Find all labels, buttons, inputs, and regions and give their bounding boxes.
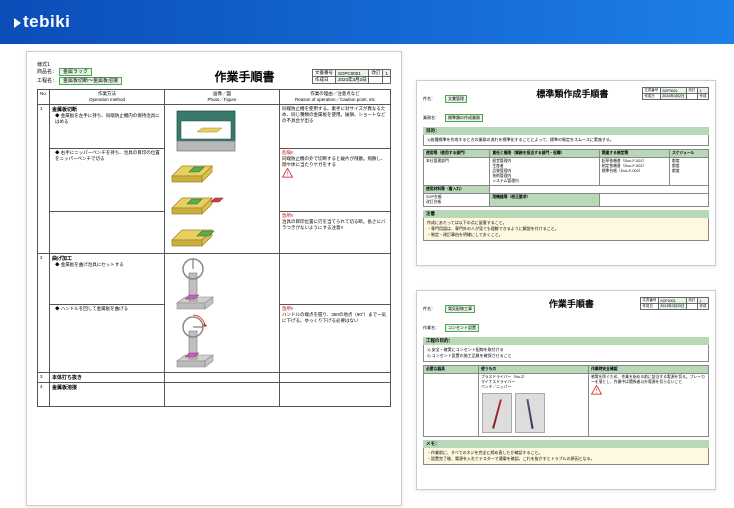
photo-screwdriver-2 — [515, 393, 545, 433]
topr-grid: 使用等（使用する部門） 責任と権限（業務を担当する部門・役職） 関連する規定等 … — [423, 149, 709, 207]
botr-title: 作業手順書 — [503, 297, 640, 310]
product-label: 商品名： — [37, 69, 57, 75]
brand-text: tebiki — [23, 12, 70, 31]
figure-jig-3 — [167, 220, 227, 252]
col-rsn: 作業の理由／注意点など Reason of operation／Caution … — [280, 90, 391, 105]
col-fig: 画像／図 Photo／Figure — [165, 90, 280, 105]
figure-jig-2 — [167, 188, 227, 220]
play-icon — [14, 18, 21, 28]
warning-icon: ! — [282, 168, 293, 178]
doc-standard-creation: 件名：文書管理 業務名：標準類の作成業務 標準類作成手順書 文書番号SOP000… — [416, 80, 716, 266]
figure-press-2 — [167, 313, 227, 371]
brand-logo: tebiki — [14, 12, 70, 32]
process-name: 金属板切断～金属板溶接 — [59, 77, 122, 85]
memo-header: メモ： — [423, 440, 709, 448]
main-sop-table: No. 作業方法 Operation method 画像／図 Photo／Fig… — [37, 89, 391, 407]
product-name: 金属ラック — [59, 68, 92, 76]
table-row: 3 本体打ち抜き — [38, 373, 391, 383]
process-purpose-body: 1) 安全・確実にコンセント配線を取付ける 2) コンセント設置の施工品質を確保… — [423, 345, 709, 362]
purpose-header: 目的： — [423, 127, 709, 135]
col-no: No. — [38, 90, 50, 105]
memo-body: ・作業前に、すべてのネジを完全に締め直したか確認すること。 ・設置完了後、電源を… — [423, 448, 709, 465]
col-op: 作業方法 Operation method — [50, 90, 165, 105]
topr-title: 標準類作成手順書 — [503, 87, 642, 100]
table-row: 4 金属板溶接 — [38, 383, 391, 407]
figure-press-1 — [167, 255, 227, 313]
document-canvas: 様式1 商品名：金属ラック 工程名：金属板切断～金属板溶接 作業手順書 文書番号… — [0, 44, 734, 508]
warning-icon: ! — [591, 385, 602, 395]
table-row: 2 曲げ加工 金属板を曲げ治具にセットする — [38, 254, 391, 305]
note-header: 注意 — [423, 210, 709, 218]
app-header: tebiki — [0, 0, 734, 44]
process-purpose-header: 工程の目的： — [423, 337, 709, 345]
figure-jig-1 — [167, 156, 227, 188]
doc-title: 作業手順書 — [177, 68, 312, 85]
process-label: 工程名： — [37, 78, 57, 84]
doc-meta-table: 文書番号SOPC0001改訂1 作成日2024年3月2日 — [312, 69, 391, 84]
table-row: 1 金属板切断 金属板を左手に持ち、同端防止機内の保持治具にはめる — [38, 105, 391, 149]
doc-work-procedure: 件名：電気配線工事 作業名：コンセント設置 作業手順書 文書番号SOP0001改… — [416, 290, 716, 490]
doc-main-sop: 様式1 商品名：金属ラック 工程名：金属板切断～金属板溶接 作業手順書 文書番号… — [26, 51, 402, 506]
photo-screwdriver-1 — [482, 393, 512, 433]
botr-grid: 必要な器具 使うもの 作業時安全確認 プラスドライバー（No.2） マイナスドラ… — [423, 365, 709, 437]
figure-cutter-box — [167, 106, 247, 156]
note-body: 作成にあたっては以下の点に留意すること。 ・専門用語は、専門外の人が見ても理解で… — [423, 218, 709, 241]
purpose-body: 1)各種標準を作成するときの業務の流れを標準化することによって、標準の制定をスム… — [423, 135, 709, 146]
